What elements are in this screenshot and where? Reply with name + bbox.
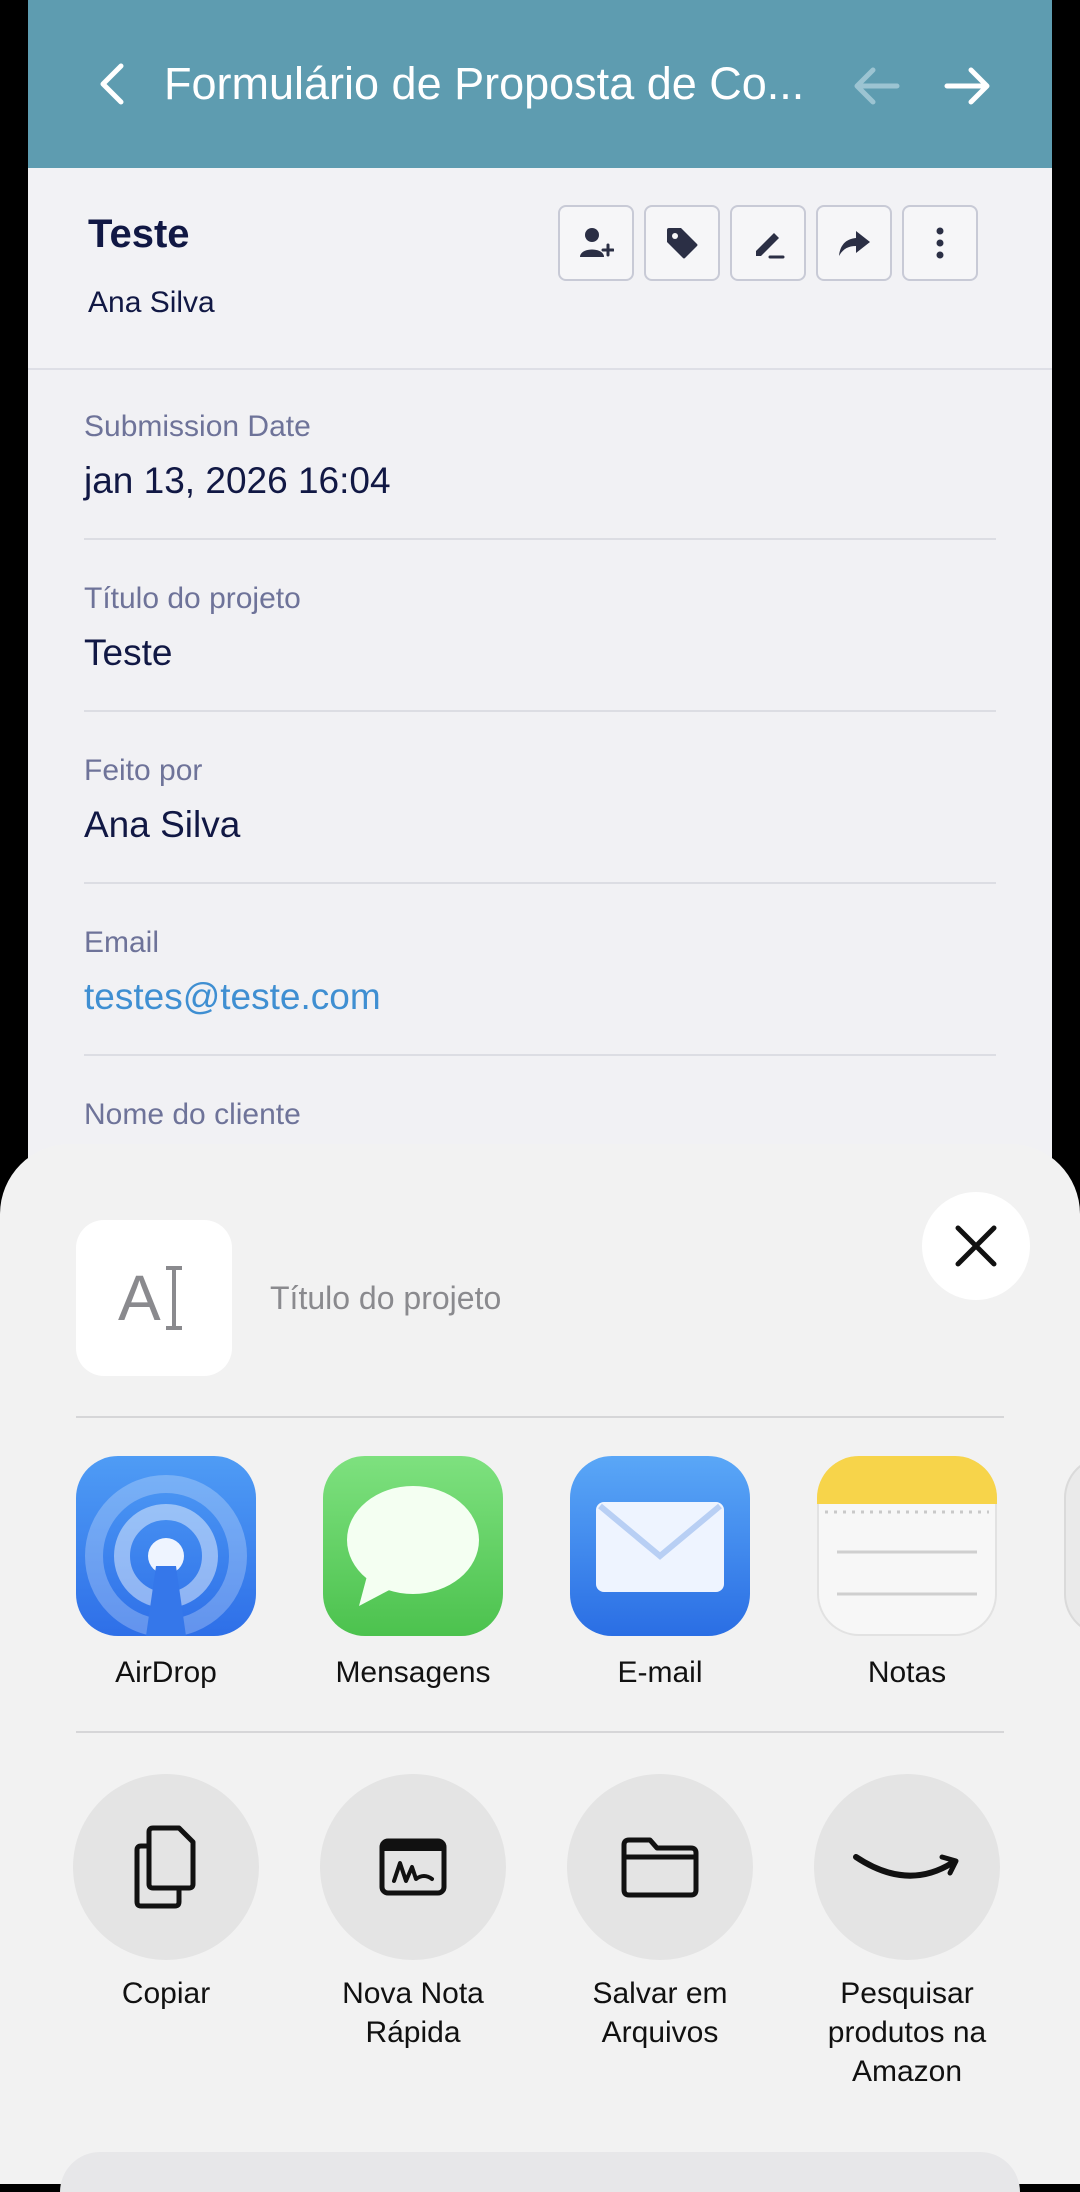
back-button[interactable] <box>86 52 138 116</box>
quick-note-icon <box>320 1774 506 1960</box>
tag-button[interactable] <box>644 205 720 281</box>
share-apps-row: AirDrop Mensagens E-mail Notas <box>76 1456 1080 1716</box>
copy-icon <box>73 1774 259 1960</box>
field-submission-date: Submission Date jan 13, 2026 16:04 <box>84 368 996 540</box>
field-label: Título do projeto <box>84 582 301 615</box>
more-vertical-icon <box>936 227 944 259</box>
next-button[interactable] <box>940 58 996 114</box>
field-value: Ana Silva <box>84 804 241 845</box>
user-add-icon <box>580 228 614 257</box>
submission-author: Ana Silva <box>88 286 215 319</box>
app-label: AirDrop <box>115 1656 217 1689</box>
action-copy[interactable]: Copiar <box>46 1774 286 2013</box>
field-label: Feito por <box>84 754 203 787</box>
divider <box>76 1731 1004 1733</box>
arrow-right-icon <box>944 67 990 105</box>
text-document-icon: A <box>118 1262 182 1334</box>
app-icon-partial <box>1064 1456 1080 1636</box>
submission-fields: Submission Date jan 13, 2026 16:04 Títul… <box>84 368 996 1226</box>
field-made-by: Feito por Ana Silva <box>84 712 996 884</box>
close-button[interactable] <box>922 1192 1030 1300</box>
share-arrow-icon <box>839 231 870 256</box>
submission-header: Teste Ana Silva <box>28 168 1052 370</box>
toolbar <box>558 205 978 281</box>
divider <box>76 1416 1004 1418</box>
share-sheet: A Título do projeto AirDrop Mensagens E-… <box>0 1144 1080 2184</box>
action-label: Nova Nota Rápida <box>342 1977 484 2049</box>
share-app-notes[interactable]: Notas <box>807 1456 1007 1690</box>
amazon-icon <box>814 1774 1000 1960</box>
edit-button[interactable] <box>730 205 806 281</box>
action-label: Copiar <box>121 1977 211 2010</box>
messages-icon <box>323 1456 503 1636</box>
doc-icon-letter: A <box>118 1262 161 1334</box>
chevron-left-icon <box>100 63 124 105</box>
page-title: Formulário de Proposta de Co... <box>164 58 805 109</box>
pencil-icon <box>756 233 785 259</box>
forward-button[interactable] <box>816 205 892 281</box>
document-preview: A <box>76 1220 232 1376</box>
edit-actions-card <box>60 2152 1020 2192</box>
previous-button[interactable] <box>848 58 904 114</box>
nav-bar: Formulário de Proposta de Co... <box>28 0 1052 168</box>
field-label: Email <box>84 926 160 959</box>
app-label: Notas <box>867 1656 947 1689</box>
folder-icon <box>567 1774 753 1960</box>
share-app-airdrop[interactable]: AirDrop <box>76 1456 266 1690</box>
arrow-left-icon <box>854 67 900 105</box>
share-app-messages[interactable]: Mensagens <box>313 1456 513 1690</box>
action-label: Salvar em Arquivos <box>592 1977 728 2049</box>
action-quick-note[interactable]: Nova Nota Rápida <box>293 1774 533 2052</box>
app-label: Mensagens <box>335 1656 491 1689</box>
action-save-files[interactable]: Salvar em Arquivos <box>540 1774 780 2052</box>
app-label: E-mail <box>617 1656 703 1689</box>
submission-name: Teste <box>88 212 190 256</box>
field-value: jan 13, 2026 16:04 <box>84 460 391 501</box>
share-app-email[interactable]: E-mail <box>560 1456 760 1690</box>
email-link[interactable]: testes@teste.com <box>84 976 381 1018</box>
share-document-title: Título do projeto <box>270 1280 502 1316</box>
field-label: Submission Date <box>84 410 311 443</box>
close-icon <box>955 1225 997 1267</box>
notes-icon <box>817 1456 997 1636</box>
airdrop-icon <box>76 1456 256 1636</box>
field-label: Nome do cliente <box>84 1098 301 1131</box>
tag-icon <box>667 228 698 259</box>
share-actions-row: Copiar Nova Nota Rápida Salvar em Arquiv… <box>73 1774 1080 2174</box>
assign-user-button[interactable] <box>558 205 634 281</box>
action-amazon-search[interactable]: Pesquisar produtos na Amazon <box>787 1774 1027 2091</box>
field-value: Teste <box>84 632 173 673</box>
action-label: Pesquisar produtos na Amazon <box>827 1977 987 2088</box>
field-email: Email testes@teste.com <box>84 884 996 1056</box>
field-project-title: Título do projeto Teste <box>84 540 996 712</box>
mail-icon <box>570 1456 750 1636</box>
share-app-more[interactable] <box>1054 1456 1080 1636</box>
more-options-button[interactable] <box>902 205 978 281</box>
